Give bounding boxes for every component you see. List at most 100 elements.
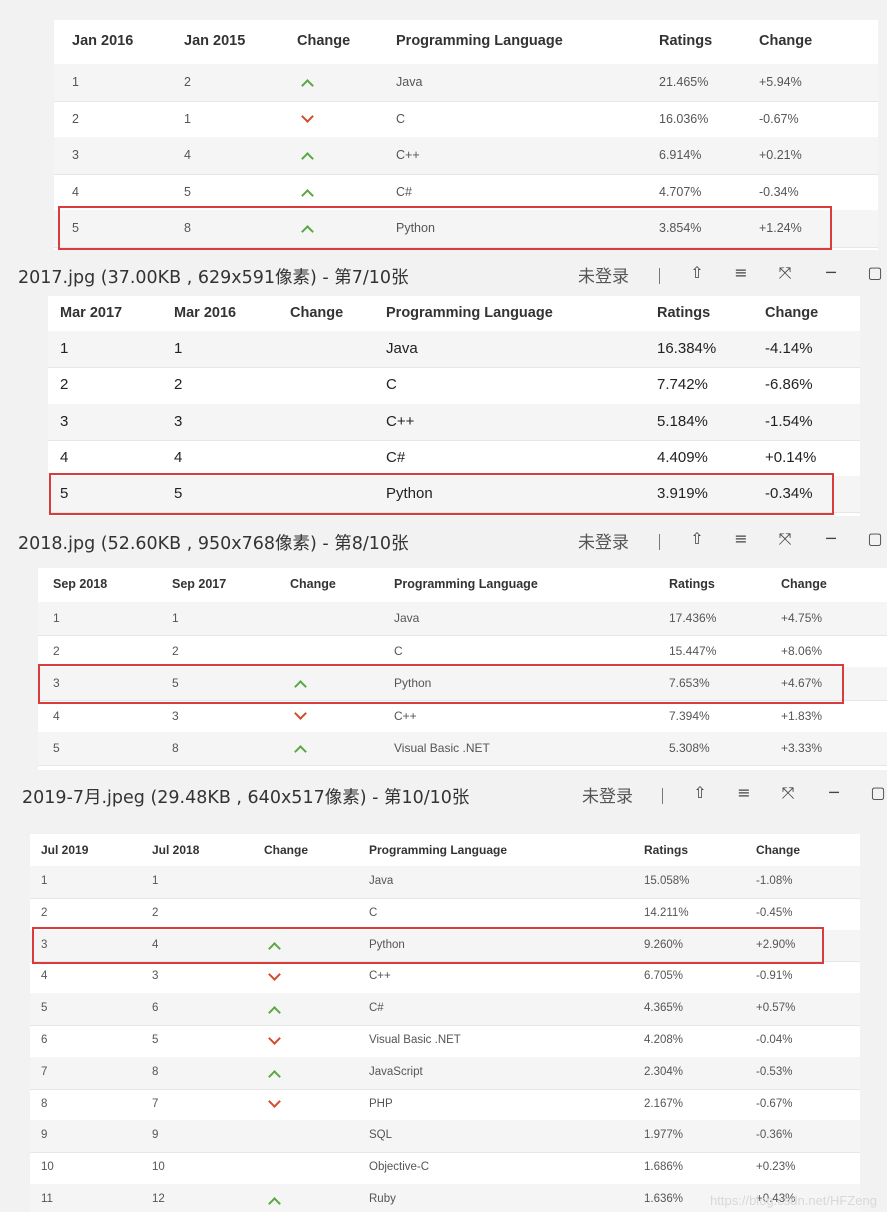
change-cell: -1.54% — [765, 412, 813, 430]
rating-cell: 5.184% — [657, 412, 708, 430]
table-row: 10 10 Objective-C 1.686% +0.23% — [30, 1152, 860, 1185]
language-cell: Java — [386, 340, 418, 357]
prev-rank-cell: 1 — [152, 875, 159, 887]
fullscreen-icon[interactable]: ⤧ — [777, 782, 799, 804]
menu-icon[interactable]: ≡ — [733, 782, 755, 804]
language-cell: JavaScript — [369, 1065, 423, 1078]
arrow-down-icon — [268, 1095, 281, 1109]
maximize-icon[interactable]: ▢ — [864, 262, 886, 284]
login-status[interactable]: 未登录 — [582, 782, 633, 807]
minimize-icon[interactable]: ─ — [823, 782, 845, 804]
viewer-window-2017: 2017.jpg (37.00KB , 629x591像素) - 第7/10张 未… — [0, 250, 887, 516]
table-row: 4 3 C++ 7.394% +1.83% — [38, 700, 887, 733]
table-row: 8 7 PHP 2.167% -0.67% — [30, 1089, 860, 1122]
rank-cell: 4 — [60, 448, 69, 466]
rating-cell: 1.636% — [644, 1193, 684, 1205]
toolbar-divider — [662, 788, 663, 804]
change-cell: +3.33% — [781, 741, 823, 755]
rating-cell: 15.447% — [669, 643, 717, 658]
column-header: Ratings — [644, 842, 689, 857]
language-cell: PHP — [369, 1097, 393, 1110]
table-row: 3 4 C++ 6.914% +0.21% — [54, 137, 878, 175]
column-header: Change — [264, 842, 309, 857]
arrow-down-icon — [301, 109, 314, 123]
prev-rank-cell: 2 — [172, 643, 179, 658]
change-cell: -0.53% — [756, 1065, 793, 1078]
rank-cell: 2 — [60, 376, 69, 394]
change-cell: +0.14% — [765, 448, 817, 466]
rating-cell: 7.742% — [657, 376, 708, 394]
python-highlight-box — [32, 926, 824, 965]
pin-icon[interactable]: ⇧ — [686, 528, 708, 550]
table-header: Jul 2019 Jul 2018 Change Programming Langua… — [30, 834, 860, 868]
change-cell: +0.23% — [756, 1161, 796, 1174]
rating-cell: 2.167% — [644, 1097, 684, 1110]
rank-cell: 10 — [41, 1161, 54, 1174]
minimize-icon[interactable]: ─ — [820, 528, 842, 550]
change-cell: +1.83% — [781, 708, 823, 723]
language-cell: Ruby — [369, 1193, 396, 1205]
rank-cell: 4 — [72, 184, 79, 199]
language-cell: C — [396, 111, 406, 126]
rating-cell: 21.465% — [659, 75, 709, 89]
rank-cell: 9 — [41, 1129, 48, 1142]
rating-cell: 2.304% — [644, 1065, 684, 1078]
column-header: Change — [297, 33, 351, 49]
table-header: Mar 2017 Mar 2016 Change Programming Langua… — [48, 296, 860, 333]
rating-cell: 16.384% — [657, 340, 717, 357]
column-header: Change — [765, 304, 819, 321]
rank-cell: 4 — [41, 970, 48, 983]
column-header: Mar 2017 — [60, 304, 123, 321]
rank-cell: 5 — [41, 1002, 48, 1015]
prev-rank-cell: 4 — [184, 148, 191, 162]
minimize-icon[interactable]: ─ — [820, 262, 842, 284]
column-header: Ratings — [669, 577, 715, 592]
login-status[interactable]: 未登录 — [578, 262, 629, 287]
prev-rank-cell: 2 — [152, 906, 159, 919]
viewer-window-2019: 2019-7月.jpeg (29.48KB , 640x517像素) - 第10… — [0, 770, 887, 1212]
column-header: Programming Language — [396, 33, 563, 49]
rank-cell: 3 — [72, 148, 79, 162]
window-title: 2018.jpg (52.60KB , 950x768像素) - 第8/10张 — [18, 534, 409, 554]
arrow-up-icon — [294, 745, 307, 759]
arrow-up-icon — [301, 79, 314, 93]
language-cell: C# — [369, 1002, 384, 1015]
change-cell: +0.21% — [759, 148, 802, 162]
prev-rank-cell: 7 — [152, 1097, 159, 1110]
language-cell: C — [394, 643, 403, 658]
rank-cell: 4 — [53, 708, 60, 723]
rating-cell: 16.036% — [659, 111, 709, 126]
fullscreen-icon[interactable]: ⤧ — [774, 528, 796, 550]
change-cell: -0.91% — [756, 970, 793, 983]
fullscreen-icon[interactable]: ⤧ — [774, 262, 796, 284]
viewer-window-2016: Jan 2016 Jan 2015 Change Programming Langua… — [0, 0, 887, 250]
menu-icon[interactable]: ≡ — [730, 262, 752, 284]
maximize-icon[interactable]: ▢ — [864, 528, 886, 550]
pin-icon[interactable]: ⇧ — [686, 262, 708, 284]
login-status[interactable]: 未登录 — [578, 528, 629, 553]
language-cell: Java — [394, 611, 420, 625]
prev-rank-cell: 8 — [152, 1065, 159, 1078]
rating-cell: 14.211% — [644, 906, 689, 919]
language-cell: Java — [369, 875, 394, 887]
table-row: 1 1 Java 15.058% -1.08% — [30, 866, 860, 899]
titlebar-2019: 2019-7月.jpeg (29.48KB , 640x517像素) - 第10… — [0, 770, 887, 820]
change-cell: -0.67% — [759, 111, 799, 126]
column-header: Ratings — [659, 33, 713, 49]
prev-rank-cell: 1 — [174, 340, 183, 357]
column-header: Programming Language — [386, 304, 553, 321]
maximize-icon[interactable]: ▢ — [867, 782, 887, 804]
prev-rank-cell: 1 — [172, 611, 179, 625]
language-cell: C# — [396, 184, 412, 199]
language-cell: C++ — [369, 970, 391, 983]
menu-icon[interactable]: ≡ — [730, 528, 752, 550]
change-cell: +5.94% — [759, 75, 802, 89]
rating-cell: 4.208% — [644, 1034, 684, 1046]
change-cell: -0.67% — [756, 1097, 793, 1110]
language-cell: Visual Basic .NET — [369, 1034, 461, 1046]
language-cell: C — [369, 906, 378, 919]
column-header: Jan 2016 — [72, 33, 134, 49]
language-cell: C++ — [386, 412, 415, 430]
pin-icon[interactable]: ⇧ — [689, 782, 711, 804]
column-header: Change — [290, 577, 336, 592]
